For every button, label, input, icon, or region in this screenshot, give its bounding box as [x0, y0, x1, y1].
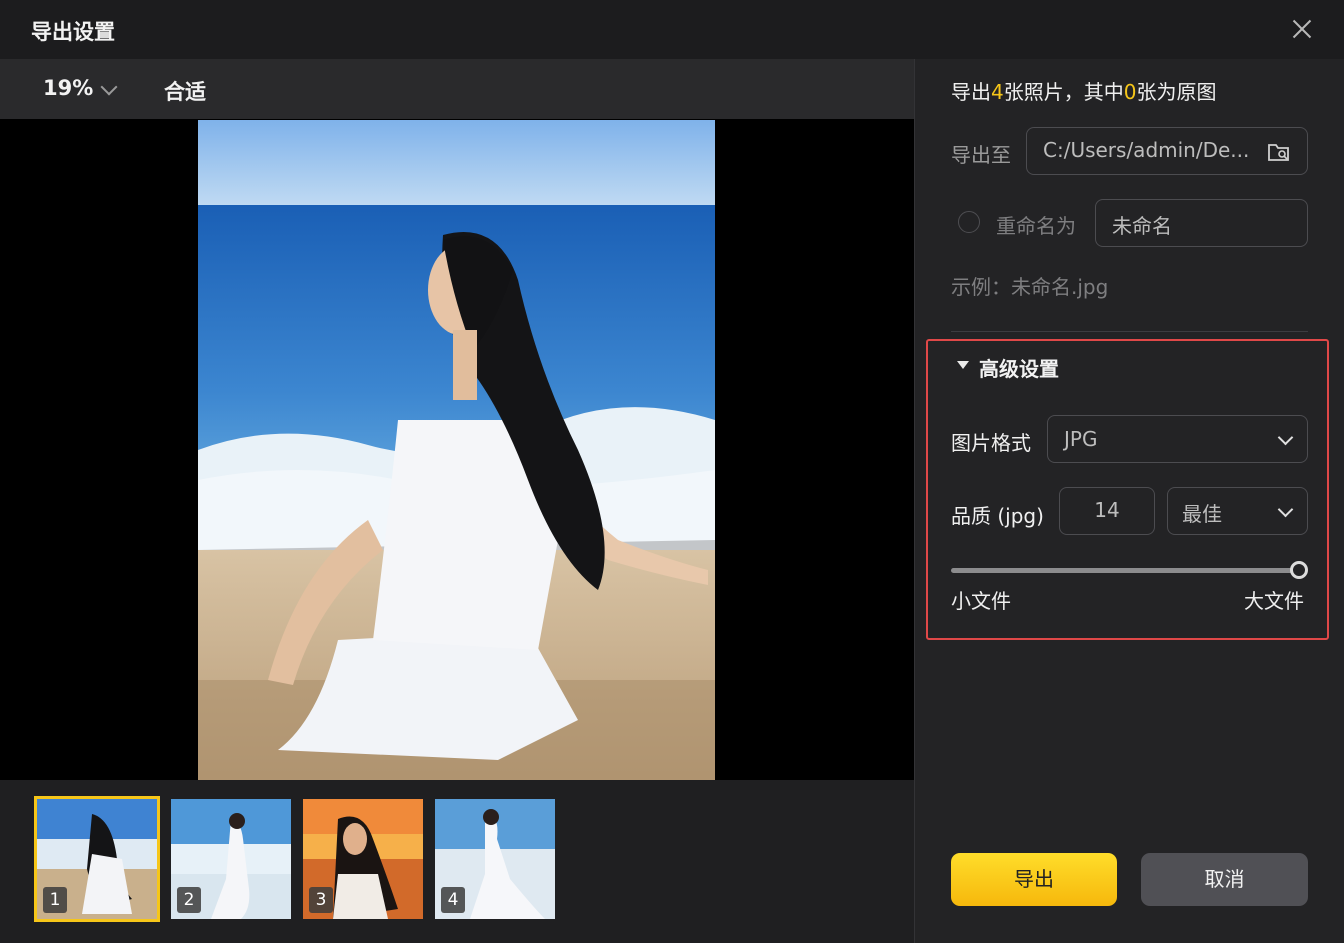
export-path-field[interactable]: C:/Users/admin/De...: [1026, 127, 1308, 175]
thumbnail-4[interactable]: 4: [435, 799, 555, 919]
section-divider: [951, 331, 1308, 332]
quality-slider-handle[interactable]: [1290, 561, 1308, 579]
quality-preset-select[interactable]: 最佳: [1167, 487, 1308, 535]
collapse-triangle-icon[interactable]: [957, 361, 969, 369]
photo-count: 4: [991, 80, 1004, 104]
thumbnail-strip: 1 2 3 4: [0, 780, 914, 943]
export-button[interactable]: 导出: [951, 853, 1117, 906]
rename-input[interactable]: 未命名: [1095, 199, 1308, 247]
filename-example: 示例：未命名.jpg: [951, 275, 1109, 299]
close-icon[interactable]: [1288, 15, 1316, 43]
format-select[interactable]: JPG: [1047, 415, 1308, 463]
summary-prefix: 导出: [951, 80, 991, 104]
summary-suffix: 张为原图: [1136, 80, 1217, 104]
quality-label: 品质 (jpg): [951, 504, 1044, 528]
thumbnail-number: 3: [309, 887, 333, 913]
export-summary: 导出4张照片，其中0张为原图: [951, 76, 1216, 105]
thumbnail-1[interactable]: 1: [34, 796, 160, 922]
rename-radio[interactable]: [958, 211, 980, 233]
dialog-title: 导出设置: [31, 20, 115, 44]
export-to-label: 导出至: [951, 143, 1011, 167]
preview-toolbar: 19% 合适: [0, 59, 914, 119]
rename-label: 重命名为: [996, 214, 1076, 238]
thumbnail-3[interactable]: 3: [303, 799, 423, 919]
summary-middle: 张照片，其中: [1003, 80, 1124, 104]
cancel-button[interactable]: 取消: [1141, 853, 1308, 906]
format-value: JPG: [1064, 427, 1098, 451]
chevron-down-icon: [1277, 501, 1294, 518]
quality-preset-value: 最佳: [1182, 502, 1222, 526]
rename-value: 未命名: [1112, 214, 1172, 238]
advanced-settings-toggle[interactable]: 高级设置: [979, 353, 1059, 382]
thumbnail-number: 2: [177, 887, 201, 913]
original-count: 0: [1123, 80, 1137, 104]
fit-button[interactable]: 合适: [164, 76, 206, 106]
thumbnail-number: 1: [43, 887, 67, 913]
photo-preview: [0, 119, 914, 780]
chevron-down-icon[interactable]: [100, 78, 118, 96]
folder-icon[interactable]: [1267, 141, 1291, 163]
large-file-label: 大文件: [1244, 589, 1304, 613]
settings-panel: 导出4张照片，其中0张为原图 导出至 C:/Users/admin/De... …: [915, 59, 1344, 943]
small-file-label: 小文件: [951, 589, 1011, 613]
title-bar: 导出设置: [0, 0, 1344, 59]
thumbnail-number: 4: [441, 887, 465, 913]
quality-slider[interactable]: [951, 568, 1299, 573]
preview-area: 19% 合适 1 2 3 4: [0, 59, 914, 943]
quality-input[interactable]: 14: [1059, 487, 1155, 535]
thumbnail-2[interactable]: 2: [171, 799, 291, 919]
chevron-down-icon: [1277, 429, 1294, 446]
zoom-dropdown[interactable]: 19%: [43, 76, 93, 100]
format-label: 图片格式: [951, 431, 1031, 455]
preview-photo: [198, 120, 715, 780]
export-path-value: C:/Users/admin/De...: [1043, 138, 1250, 162]
quality-value: 14: [1094, 498, 1120, 522]
